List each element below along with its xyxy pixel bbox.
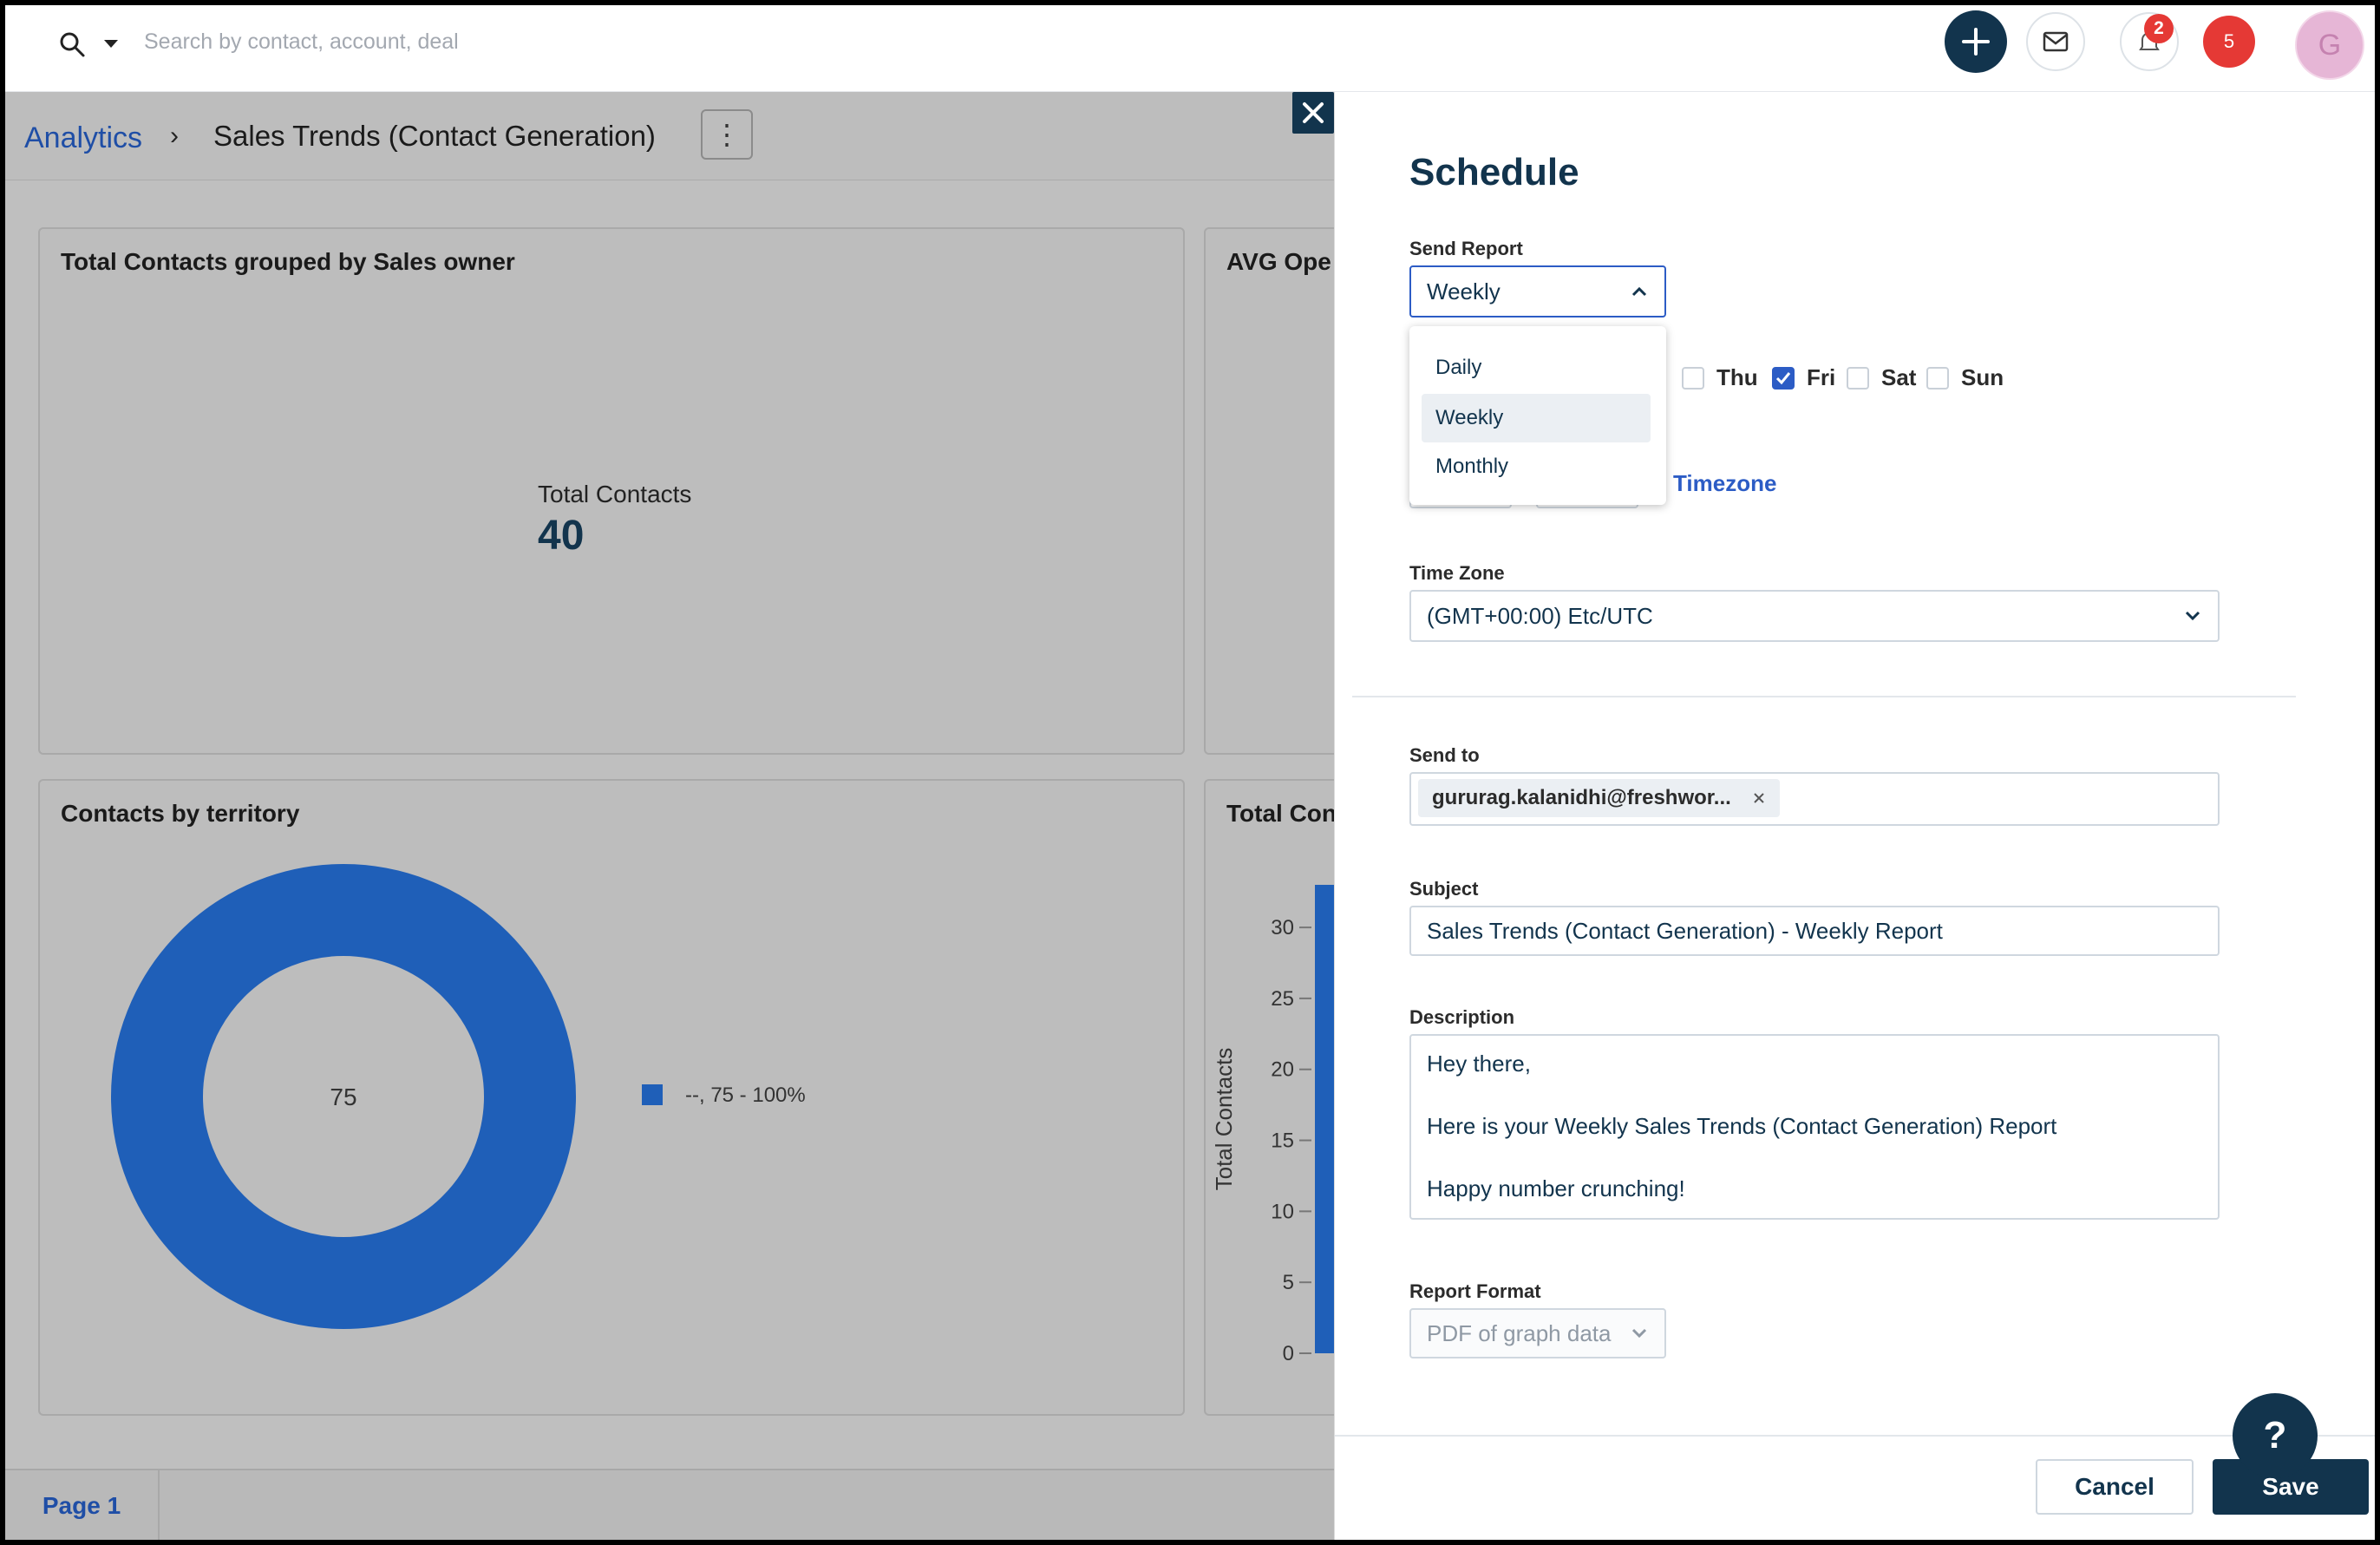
bar xyxy=(1315,885,1334,1353)
drawer-footer: Cancel Save xyxy=(1335,1435,2375,1540)
legend-swatch xyxy=(642,1084,663,1105)
day-label: Sat xyxy=(1881,364,1917,390)
report-format-label: Report Format xyxy=(1409,1280,1541,1302)
send-to-label: Send to xyxy=(1409,744,1480,766)
option-weekly[interactable]: Weekly xyxy=(1422,394,1651,442)
y-tick-label: 30 xyxy=(1271,916,1294,939)
y-tick-label: 15 xyxy=(1271,1129,1294,1153)
search-icon[interactable] xyxy=(56,28,90,62)
breadcrumb-separator: › xyxy=(170,121,179,150)
check-icon xyxy=(1775,371,1791,384)
description-line xyxy=(1427,1142,2202,1173)
drawer-title: Schedule xyxy=(1409,151,1579,193)
day-label: Sun xyxy=(1961,364,2004,390)
subject-input[interactable]: Sales Trends (Contact Generation) - Week… xyxy=(1409,906,2220,956)
chevron-down-icon xyxy=(1631,1328,1647,1339)
top-bar: 2 5 G xyxy=(5,5,2375,92)
kpi-label: Total Contacts xyxy=(538,481,692,507)
checkbox[interactable] xyxy=(1847,366,1869,390)
card-total-con: Total Con Total Contacts 30 25 20 15 10 5 0 xyxy=(1204,779,1334,1416)
description-line: Happy number crunching! xyxy=(1427,1175,1685,1201)
breadcrumb: Analytics › Sales Trends (Contact Genera… xyxy=(5,92,1334,180)
caret-down-icon[interactable] xyxy=(99,33,123,54)
search-input[interactable] xyxy=(144,21,751,62)
time-zone-select[interactable]: (GMT+00:00) Etc/UTC xyxy=(1409,590,2220,642)
y-axis-label: Total Contacts xyxy=(1211,1048,1237,1191)
schedule-drawer: Schedule Send Report Weekly Thu Fri Sat xyxy=(1334,92,2375,1540)
subject-label: Subject xyxy=(1409,878,1479,900)
card-title: Total Contacts grouped by Sales owner xyxy=(61,248,515,275)
day-label: Fri xyxy=(1807,364,1836,390)
kebab-icon: ⋮ xyxy=(713,119,741,150)
tab-page-1[interactable]: Page 1 xyxy=(5,1470,160,1540)
cancel-button[interactable]: Cancel xyxy=(2036,1459,2194,1515)
day-sun[interactable]: Sun xyxy=(1926,364,2004,391)
donut-center-label: 75 xyxy=(330,1083,356,1110)
checkbox-checked[interactable] xyxy=(1772,366,1795,390)
chevron-down-icon xyxy=(2185,611,2200,621)
bar-chart: Total Contacts 30 25 20 15 10 5 0 xyxy=(1211,885,1334,1365)
help-button[interactable]: ? xyxy=(2233,1393,2318,1478)
time-zone-label: Time Zone xyxy=(1409,562,1505,584)
more-options-button[interactable]: ⋮ xyxy=(701,109,753,160)
time-zone-value: (GMT+00:00) Etc/UTC xyxy=(1427,602,1653,629)
card-avg-open: AVG Ope xyxy=(1204,227,1334,755)
app-frame: 2 5 G Analytics › Sales Trends (Contact … xyxy=(5,5,2375,1540)
checkbox[interactable] xyxy=(1682,366,1704,390)
description-textarea[interactable]: Hey there, Here is your Weekly Sales Tre… xyxy=(1409,1034,2220,1220)
day-thu[interactable]: Thu xyxy=(1682,364,1758,391)
mail-button[interactable] xyxy=(2026,12,2085,71)
recipient-chip: gururag.kalanidhi@freshwor... xyxy=(1418,779,1780,817)
legend-label: --, 75 - 100% xyxy=(685,1083,806,1107)
option-monthly[interactable]: Monthly xyxy=(1422,442,1651,491)
card-total-contacts: Total Contacts grouped by Sales owner To… xyxy=(38,227,1185,755)
y-tick-label: 0 xyxy=(1283,1342,1294,1365)
donut-chart: 75 --, 75 - 100% xyxy=(111,864,806,1329)
chevron-up-icon xyxy=(1631,286,1647,297)
alerts-button[interactable]: 5 xyxy=(2203,16,2255,68)
description-line: Here is your Weekly Sales Trends (Contac… xyxy=(1427,1113,2057,1139)
report-format-value: PDF of graph data xyxy=(1427,1319,1612,1346)
day-fri[interactable]: Fri xyxy=(1772,364,1835,391)
y-tick-label: 20 xyxy=(1271,1058,1294,1082)
send-report-select[interactable]: Weekly xyxy=(1409,265,1666,318)
mail-icon xyxy=(2043,31,2069,52)
description-label: Description xyxy=(1409,1006,1515,1028)
checkbox[interactable] xyxy=(1926,366,1949,390)
day-sat[interactable]: Sat xyxy=(1847,364,1916,391)
send-report-label: Send Report xyxy=(1409,238,1523,259)
report-format-select[interactable]: PDF of graph data xyxy=(1409,1308,1666,1358)
close-drawer-button[interactable] xyxy=(1292,92,1334,134)
y-tick-label: 25 xyxy=(1271,987,1294,1011)
remove-recipient-icon[interactable] xyxy=(1752,791,1766,805)
breadcrumb-analytics-link[interactable]: Analytics xyxy=(24,121,142,155)
description-line: Hey there, xyxy=(1427,1051,1531,1077)
card-title: Total Con xyxy=(1226,800,1334,827)
add-button[interactable] xyxy=(1945,10,2007,73)
dashboard-backdrop: Analytics › Sales Trends (Contact Genera… xyxy=(5,92,1334,1540)
notification-badge: 2 xyxy=(2144,14,2174,43)
page-title: Sales Trends (Contact Generation) xyxy=(213,120,656,152)
timezone-link[interactable]: Timezone xyxy=(1673,470,1776,497)
description-line xyxy=(1427,1079,2202,1110)
y-tick-label: 5 xyxy=(1283,1271,1294,1294)
card-contacts-by-territory: Contacts by territory 75 --, 75 - 100% xyxy=(38,779,1185,1416)
kpi-value: 40 xyxy=(538,513,585,559)
close-icon xyxy=(1303,102,1324,123)
card-title: AVG Ope xyxy=(1226,248,1331,275)
send-to-field[interactable]: gururag.kalanidhi@freshwor... xyxy=(1409,772,2220,826)
card-title: Contacts by territory xyxy=(61,800,300,827)
frequency-dropdown: Daily Weekly Monthly xyxy=(1409,326,1666,505)
avatar[interactable]: G xyxy=(2295,10,2364,80)
y-tick-label: 10 xyxy=(1271,1200,1294,1223)
plus-icon xyxy=(1962,28,1990,56)
divider xyxy=(1352,696,2296,697)
day-label: Thu xyxy=(1716,364,1758,390)
page-tab-bar: Page 1 xyxy=(5,1469,1334,1540)
subject-value: Sales Trends (Contact Generation) - Week… xyxy=(1427,917,1943,944)
option-daily[interactable]: Daily xyxy=(1422,344,1651,392)
send-report-value: Weekly xyxy=(1427,278,1501,304)
recipient-email: gururag.kalanidhi@freshwor... xyxy=(1432,786,1731,809)
